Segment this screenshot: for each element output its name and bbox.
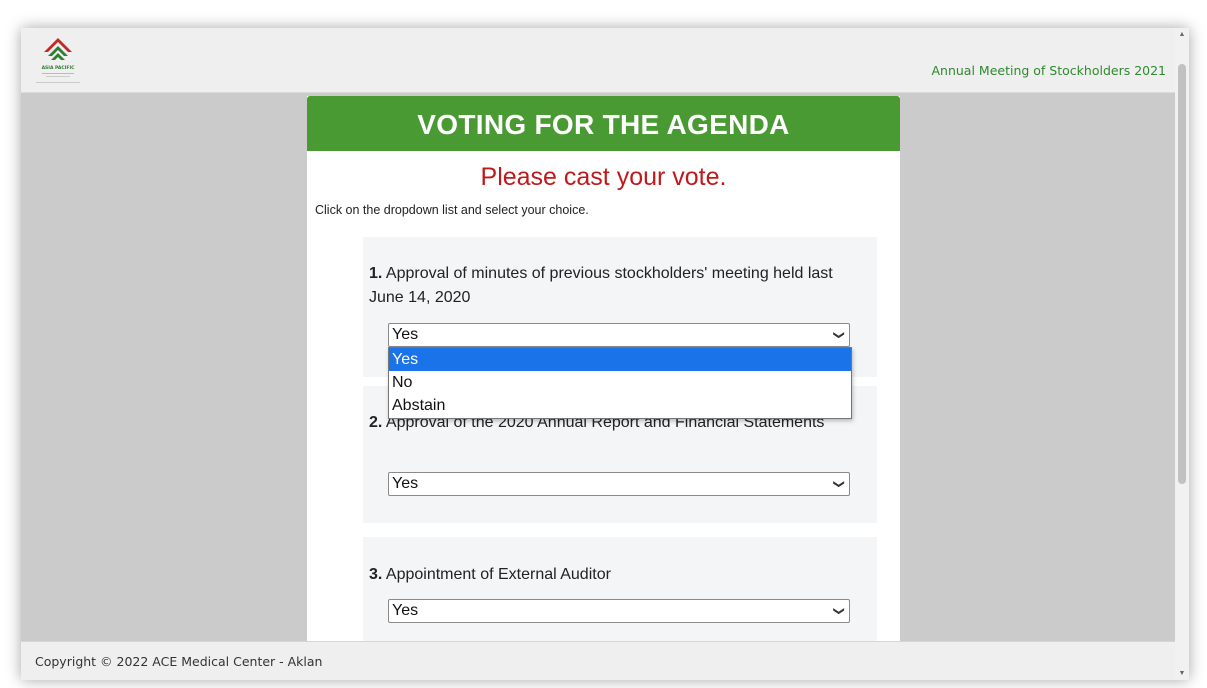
select-value: Yes [392,326,419,343]
vote-select-3[interactable]: Yes ❮ [388,599,850,623]
top-bar: ASIA PACIFIC Annual Meeting of Stockhold… [21,28,1175,93]
copyright-text: Copyright © 2022 ACE Medical Center - Ak… [35,654,323,669]
company-logo[interactable]: ASIA PACIFIC [32,36,84,84]
panel-title: VOTING FOR THE AGENDA [307,96,900,151]
select-value: Yes [392,602,419,619]
logo-line [42,73,74,74]
chevron-down-icon: ❮ [832,479,845,489]
instruction-text: Click on the dropdown list and select yo… [315,203,589,217]
logo-line [36,82,80,83]
voting-panel: VOTING FOR THE AGENDA Please cast your v… [307,96,900,680]
question-text: 3. Appointment of External Auditor [369,563,839,587]
scroll-thumb[interactable] [1178,64,1186,484]
scroll-up-arrow-icon[interactable]: ▲ [1175,31,1189,38]
question-label: Appointment of External Auditor [385,566,611,583]
select-value: Yes [392,475,419,492]
option-no[interactable]: No [389,371,851,394]
browser-viewport: ASIA PACIFIC Annual Meeting of Stockhold… [21,28,1189,680]
option-yes[interactable]: Yes [389,348,851,371]
page-footer: Copyright © 2022 ACE Medical Center - Ak… [21,641,1175,680]
logo-mark-icon [44,38,72,60]
option-abstain[interactable]: Abstain [389,394,851,417]
question-number: 2. [369,414,383,431]
chevron-down-icon: ❮ [832,330,845,340]
vote-select-2[interactable]: Yes ❮ [388,472,850,496]
meeting-title: Annual Meeting of Stockholders 2021 [931,63,1166,78]
chevron-down-icon: ❮ [832,606,845,616]
logo-text: ASIA PACIFIC [41,66,75,71]
panel-subtitle: Please cast your vote. [480,163,727,191]
vote-select-1[interactable]: Yes ❮ [388,323,850,347]
logo-line [46,76,70,77]
scroll-down-arrow-icon[interactable]: ▼ [1175,670,1189,677]
question-text: 1. Approval of minutes of previous stock… [369,262,839,310]
vote-options-list: Yes No Abstain [388,347,852,419]
question-label: Approval of minutes of previous stockhol… [369,265,833,306]
vertical-scrollbar[interactable]: ▲ ▼ [1175,28,1189,680]
question-number: 3. [369,566,383,583]
question-number: 1. [369,265,383,282]
